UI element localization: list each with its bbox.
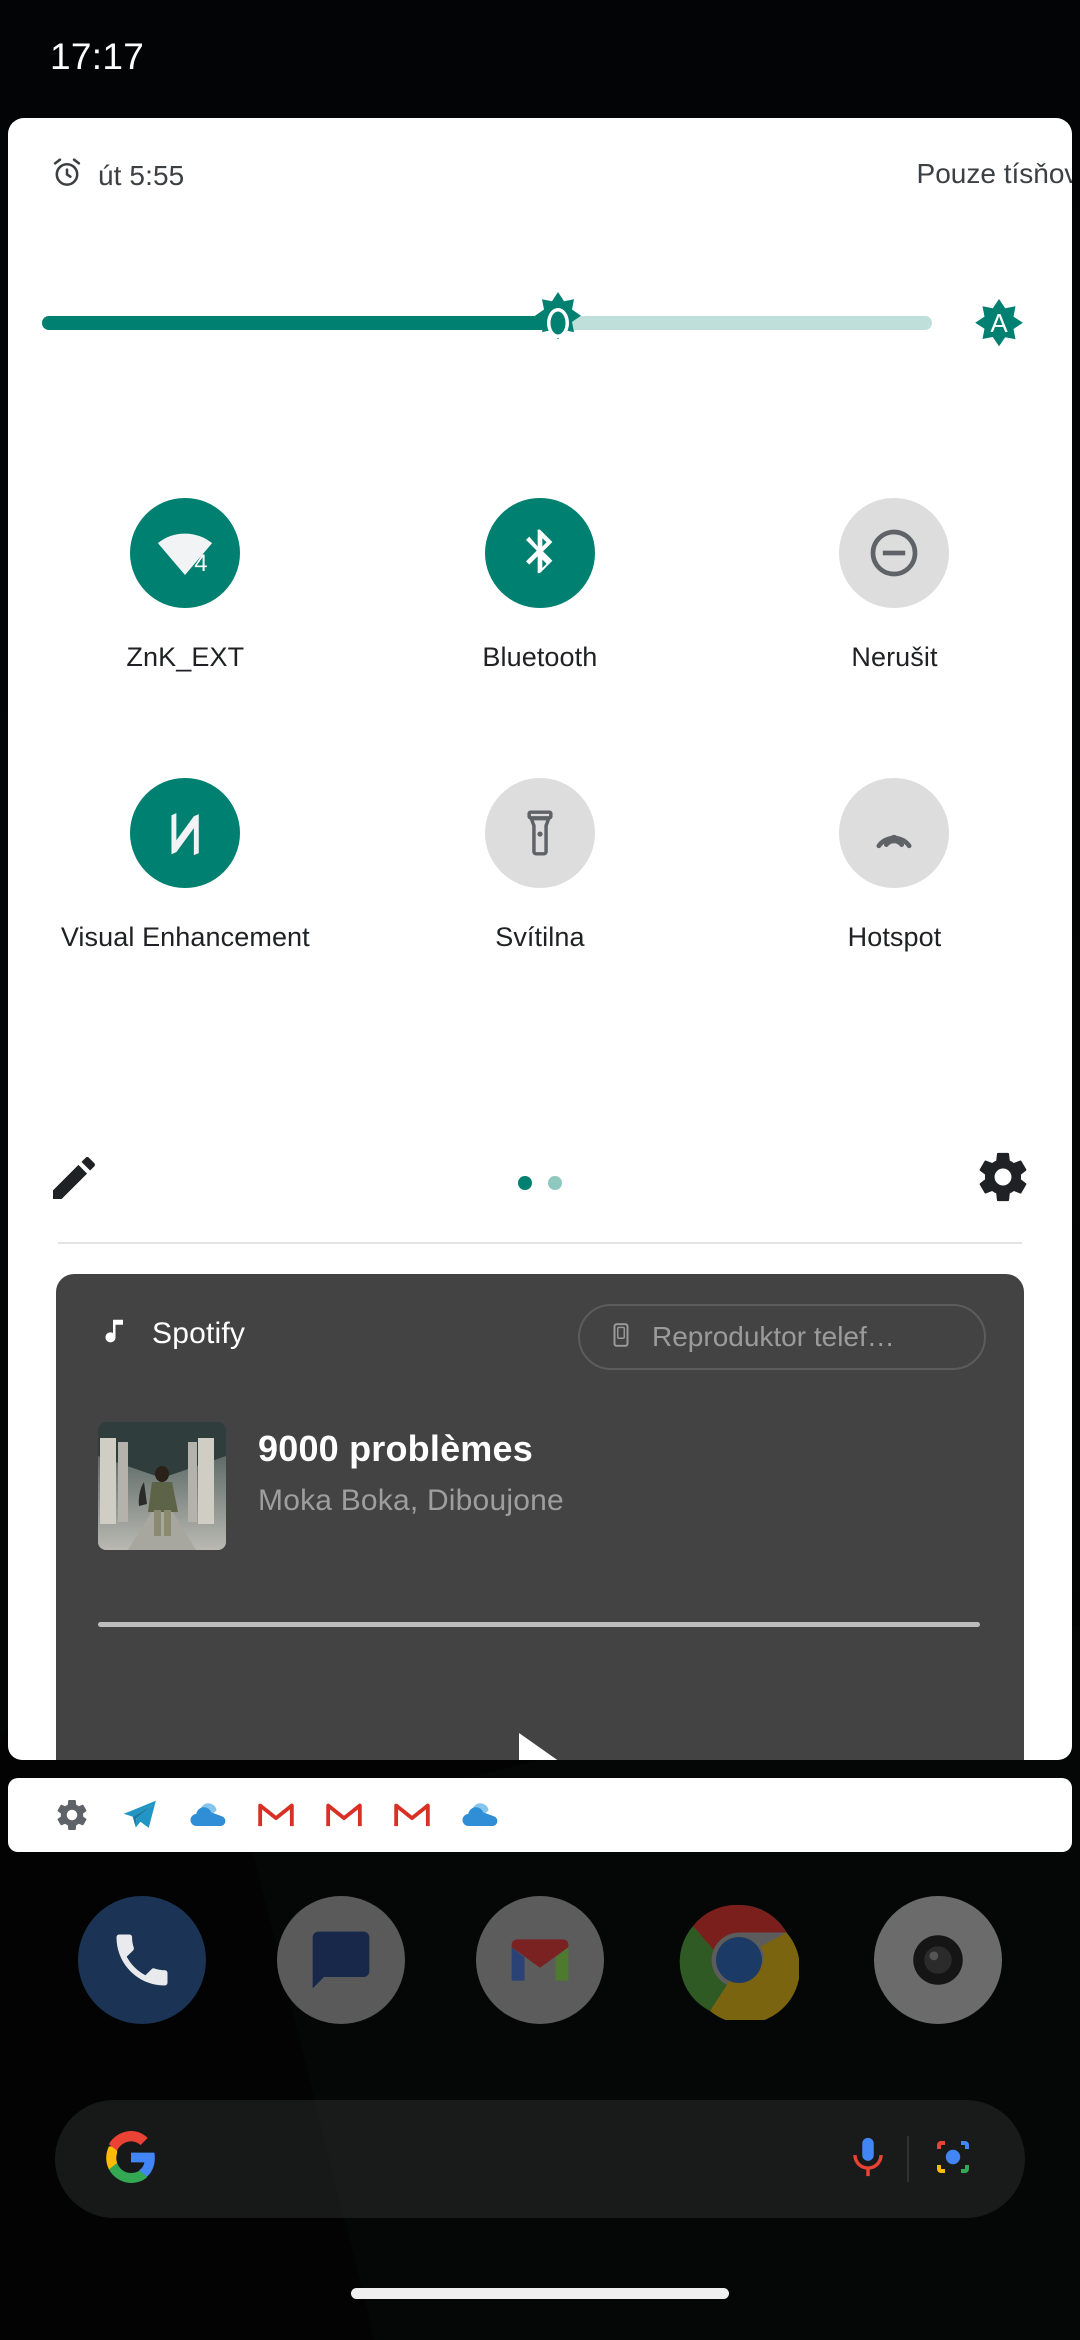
gear-icon[interactable] [974, 1148, 1032, 1206]
dock-app-gmail[interactable] [475, 1896, 604, 2024]
tile-row-1: 4 ZnK_EXT Bluetooth Nerušit [8, 498, 1072, 673]
quick-settings-footer [8, 1128, 1072, 1238]
tile-flashlight-label: Svítilna [495, 922, 585, 952]
alarm-text: út 5:55 [98, 159, 185, 191]
phone-screen: 17:17 út 5:55 Pouze tísňová [0, 0, 1080, 2340]
bluetooth-icon [525, 529, 553, 574]
page-indicator [8, 1128, 1072, 1238]
tile-hotspot-circle [839, 778, 950, 888]
settings-gear-icon[interactable] [52, 1795, 92, 1835]
wifi-level-badge: 4 [194, 550, 208, 577]
quick-settings-panel: út 5:55 Pouze tísňová A [8, 118, 1072, 1760]
tile-wifi-label: ZnK_EXT [126, 642, 245, 672]
media-progress-bar[interactable] [98, 1622, 980, 1627]
media-text-block: 9000 problèmes Moka Boka, Diboujone [258, 1422, 564, 1550]
dock-app-chrome[interactable] [675, 1896, 803, 2024]
alarm-icon [50, 156, 84, 195]
microphone-icon[interactable] [845, 2134, 891, 2185]
status-bar: 17:17 [0, 0, 1080, 118]
auto-brightness-label: A [990, 307, 1008, 338]
media-track-artist: Moka Boka, Diboujone [258, 1484, 564, 1517]
tile-flashlight-circle [484, 778, 595, 888]
google-search-bar[interactable] [55, 2100, 1025, 2218]
home-gesture-pill[interactable] [351, 2288, 729, 2299]
tile-bluetooth-label: Bluetooth [482, 642, 598, 672]
play-icon [519, 1733, 558, 1760]
tile-row-2: Visual Enhancement Svítilna Hotspot [8, 778, 1072, 953]
dock-app-messages[interactable] [276, 1896, 405, 2024]
brightness-row: A [8, 278, 1072, 368]
tile-visual-enhancement[interactable]: Visual Enhancement [8, 778, 363, 953]
brightness-slider-fill [42, 316, 559, 330]
tile-dnd[interactable]: Nerušit [717, 498, 1072, 673]
tile-wifi-circle: 4 [130, 498, 241, 608]
carrier-label: Pouze tísňová [916, 158, 1072, 189]
google-lens-icon[interactable] [929, 2133, 977, 2186]
nfc-n-icon [171, 813, 200, 856]
panel-divider [58, 1242, 1022, 1244]
quick-settings-tiles: 4 ZnK_EXT Bluetooth Nerušit Visual Enhan… [8, 498, 1072, 953]
tile-dnd-circle [839, 498, 950, 608]
alarm-status[interactable]: út 5:55 [50, 156, 184, 195]
media-player-header: Spotify Reproduktor telef… [56, 1274, 1024, 1394]
tile-hotspot[interactable]: Hotspot [717, 778, 1072, 953]
telegram-icon[interactable] [120, 1795, 160, 1835]
auto-brightness-button[interactable]: A [968, 291, 1030, 355]
page-dot-1[interactable] [518, 1176, 532, 1190]
gmail-icon[interactable] [256, 1795, 296, 1835]
home-dock [0, 1860, 1080, 2060]
media-track-title: 9000 problèmes [258, 1428, 533, 1469]
phone-speaker-icon [608, 1318, 634, 1357]
tile-wifi[interactable]: 4 ZnK_EXT [8, 498, 363, 673]
tile-bluetooth[interactable]: Bluetooth [363, 498, 718, 673]
album-art [98, 1422, 226, 1550]
onedrive-icon[interactable] [188, 1795, 228, 1835]
onedrive-icon[interactable] [460, 1795, 500, 1835]
page-dot-2[interactable] [548, 1176, 562, 1190]
quick-settings-header: út 5:55 Pouze tísňová [8, 118, 1072, 228]
media-app-name: Spotify [152, 1316, 246, 1350]
media-app-info: Spotify [98, 1314, 245, 1353]
tile-visual-enhancement-label: Visual Enhancement [60, 922, 310, 952]
media-player-card[interactable]: Spotify Reproduktor telef… 9000 problème… [56, 1274, 1024, 1760]
dock-app-phone[interactable] [77, 1896, 206, 2024]
search-divider [907, 2136, 909, 2182]
media-output-label: Reproduktor telef… [652, 1321, 895, 1352]
media-track-info: 9000 problèmes Moka Boka, Diboujone [98, 1422, 564, 1550]
google-g-icon [105, 2130, 157, 2188]
dock-app-camera[interactable] [874, 1896, 1003, 2024]
tile-visual-enhancement-circle [130, 778, 241, 888]
brightness-sun-icon[interactable] [528, 292, 588, 354]
media-output-switcher[interactable]: Reproduktor telef… [578, 1304, 986, 1370]
notification-icon-strip[interactable] [8, 1778, 1072, 1852]
media-play-button[interactable] [56, 1694, 1024, 1760]
tile-dnd-label: Nerušit [851, 642, 938, 672]
status-bar-clock: 17:17 [50, 36, 145, 77]
tile-hotspot-label: Hotspot [847, 922, 942, 952]
hotspot-icon [876, 834, 912, 849]
tile-bluetooth-circle [484, 498, 595, 608]
flashlight-icon [527, 810, 553, 856]
brightness-slider[interactable] [42, 316, 932, 330]
music-note-icon [98, 1314, 128, 1353]
gmail-icon[interactable] [324, 1795, 364, 1835]
gmail-icon[interactable] [392, 1795, 432, 1835]
do-not-disturb-icon [871, 529, 918, 577]
tile-flashlight[interactable]: Svítilna [363, 778, 718, 953]
